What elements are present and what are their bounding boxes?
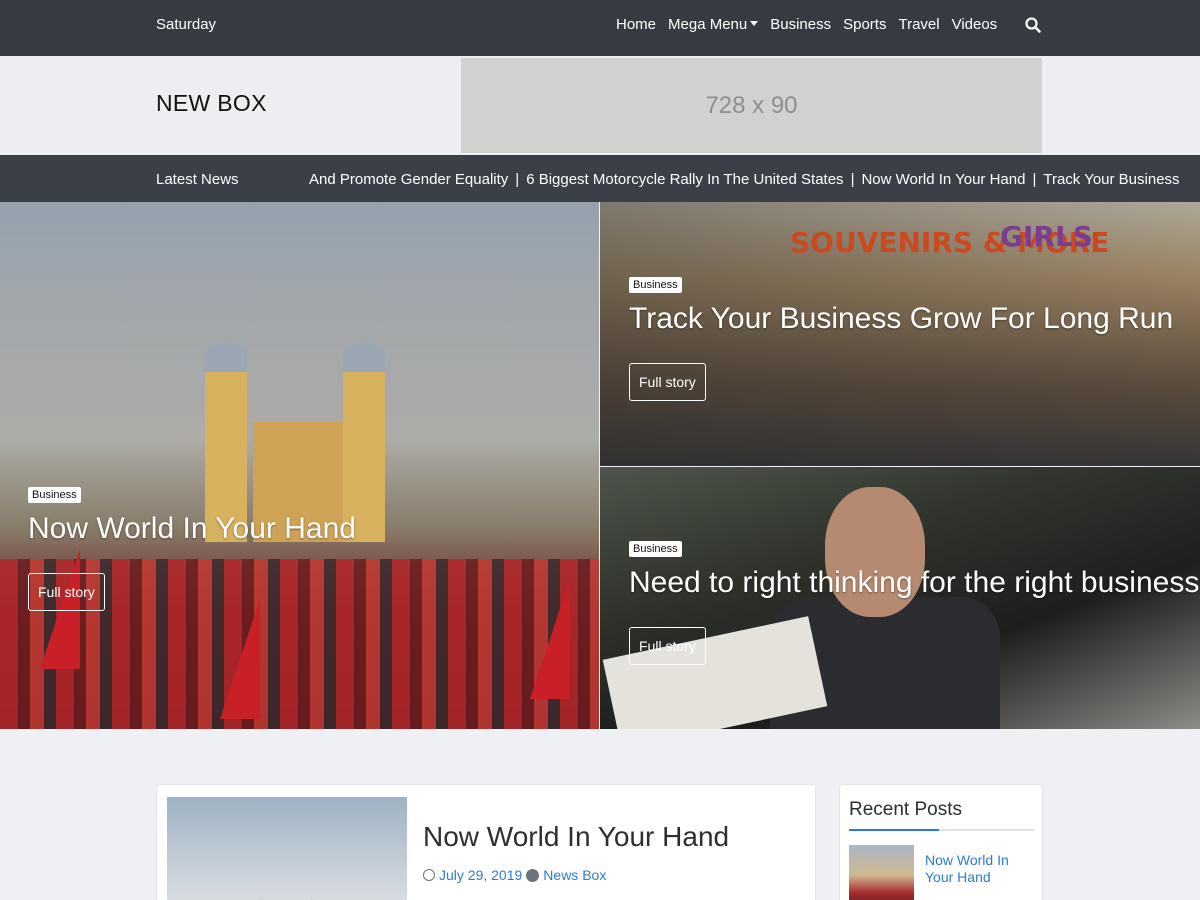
nav-mega-menu-label: Mega Menu: [668, 16, 748, 33]
hero-bottom-title[interactable]: Need to right thinking for the right bus…: [629, 565, 1199, 601]
category-badge[interactable]: Business: [28, 487, 81, 503]
hero-main-title[interactable]: Now World In Your Hand: [28, 511, 356, 547]
widget-heading: Recent Posts: [849, 799, 962, 820]
flag-shape: [220, 599, 260, 719]
ticker-label: Latest News: [156, 171, 239, 188]
hero-main-card[interactable]: Business Now World In Your Hand Full sto…: [0, 202, 599, 729]
post-meta: July 29, 2019 News Box: [423, 867, 606, 883]
clock-icon: [423, 869, 435, 881]
main-nav: Home Mega Menu Business Sports Travel Vi…: [616, 16, 997, 33]
ticker-item[interactable]: Now World In Your Hand: [861, 171, 1025, 188]
user-icon: [526, 868, 540, 882]
shop-sign: GIRLS: [1000, 220, 1093, 253]
hero-top-title[interactable]: Track Your Business Grow For Long Run: [629, 301, 1173, 337]
full-story-button[interactable]: Full story: [28, 573, 105, 611]
post-title[interactable]: Now World In Your Hand: [423, 821, 729, 853]
brand-band: NEW BOX 728 x 90: [0, 56, 1200, 155]
hero-top-content: Business Track Your Business Grow For Lo…: [629, 275, 1173, 401]
hero-grid: Business Now World In Your Hand Full sto…: [0, 202, 1200, 729]
recent-posts-widget: Recent Posts Now World In Your Hand: [839, 784, 1043, 900]
nav-business[interactable]: Business: [770, 16, 831, 33]
hero-main-content: Business Now World In Your Hand Full sto…: [28, 485, 356, 611]
nav-travel[interactable]: Travel: [898, 16, 939, 33]
nav-sports[interactable]: Sports: [843, 16, 886, 33]
top-bar: Saturday Home Mega Menu Business Sports …: [0, 0, 1200, 56]
featured-post-card: Now World In Your Hand July 29, 2019 New…: [156, 784, 816, 900]
hero-bottom-content: Business Need to right thinking for the …: [629, 539, 1199, 665]
caret-down-icon: [750, 21, 759, 26]
ticker-separator: |: [850, 171, 855, 188]
ticker-items: And Promote Gender Equality | 6 Biggest …: [309, 171, 1180, 188]
ticker-item[interactable]: And Promote Gender Equality: [309, 171, 508, 188]
nav-videos[interactable]: Videos: [952, 16, 998, 33]
post-thumbnail[interactable]: [167, 797, 407, 900]
post-author[interactable]: News Box: [543, 867, 606, 883]
nav-mega-menu[interactable]: Mega Menu: [668, 16, 759, 33]
nav-home[interactable]: Home: [616, 16, 656, 33]
recent-post-thumbnail[interactable]: [849, 845, 914, 900]
category-badge[interactable]: Business: [629, 541, 682, 557]
recent-post-link[interactable]: Now World In Your Hand: [925, 852, 1035, 886]
recent-post-item: Now World In Your Hand: [849, 845, 1034, 900]
post-date[interactable]: July 29, 2019: [439, 867, 522, 883]
site-logo[interactable]: NEW BOX: [156, 90, 267, 117]
ticker-separator: |: [515, 171, 520, 188]
hero-bottom-card[interactable]: Business Need to right thinking for the …: [600, 467, 1200, 729]
flag-shape: [530, 579, 570, 699]
full-story-button[interactable]: Full story: [629, 627, 706, 665]
heading-divider: [849, 829, 1034, 831]
news-ticker: Latest News And Promote Gender Equality …: [0, 155, 1200, 202]
category-badge[interactable]: Business: [629, 277, 682, 293]
ad-banner[interactable]: 728 x 90: [461, 58, 1042, 153]
full-story-button[interactable]: Full story: [629, 363, 706, 401]
ticker-item[interactable]: 6 Biggest Motorcycle Rally In The United…: [526, 171, 843, 188]
search-icon[interactable]: [1025, 17, 1041, 33]
hero-top-card[interactable]: SOUVENIRS & MORE GIRLS Business Track Yo…: [600, 202, 1200, 466]
ticker-item[interactable]: Track Your Business: [1043, 171, 1179, 188]
current-day: Saturday: [156, 16, 217, 33]
ticker-separator: |: [1032, 171, 1037, 188]
